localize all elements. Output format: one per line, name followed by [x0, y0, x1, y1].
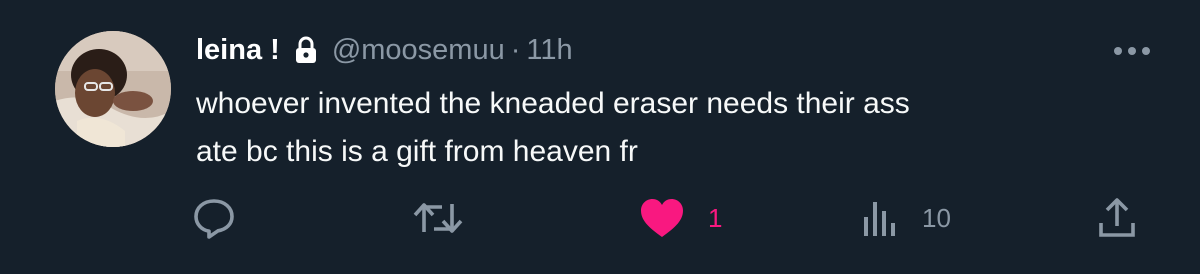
user-handle[interactable]: @moosemuu: [332, 34, 505, 67]
share-button[interactable]: [1097, 196, 1137, 240]
like-count: 1: [708, 202, 723, 233]
display-name[interactable]: leina !: [196, 34, 280, 67]
avatar[interactable]: [55, 31, 171, 147]
reply-icon: [192, 196, 236, 240]
tweet-text: whoever invented the kneaded eraser need…: [196, 80, 1156, 176]
tweet-text-line: whoever invented the kneaded eraser need…: [196, 87, 910, 120]
more-options-icon[interactable]: [1112, 44, 1152, 56]
tweet[interactable]: leina ! @moosemuu · 11h whoever invented…: [0, 0, 1200, 274]
separator-dot: ·: [510, 33, 521, 66]
lock-icon: [294, 36, 318, 64]
tweet-header: leina ! @moosemuu · 11h: [196, 30, 573, 70]
heart-icon: [638, 196, 686, 240]
reply-button[interactable]: [192, 196, 236, 240]
like-button[interactable]: 1: [638, 196, 722, 240]
avatar-photo: [55, 31, 171, 147]
tweet-text-line: ate bc this is a gift from heaven fr: [196, 135, 638, 168]
retweet-button[interactable]: [412, 196, 464, 240]
views-button[interactable]: 10: [860, 196, 951, 240]
analytics-icon: [860, 196, 900, 240]
share-icon: [1097, 196, 1137, 240]
timestamp[interactable]: 11h: [526, 34, 572, 67]
retweet-icon: [412, 196, 464, 240]
views-count: 10: [922, 202, 951, 233]
